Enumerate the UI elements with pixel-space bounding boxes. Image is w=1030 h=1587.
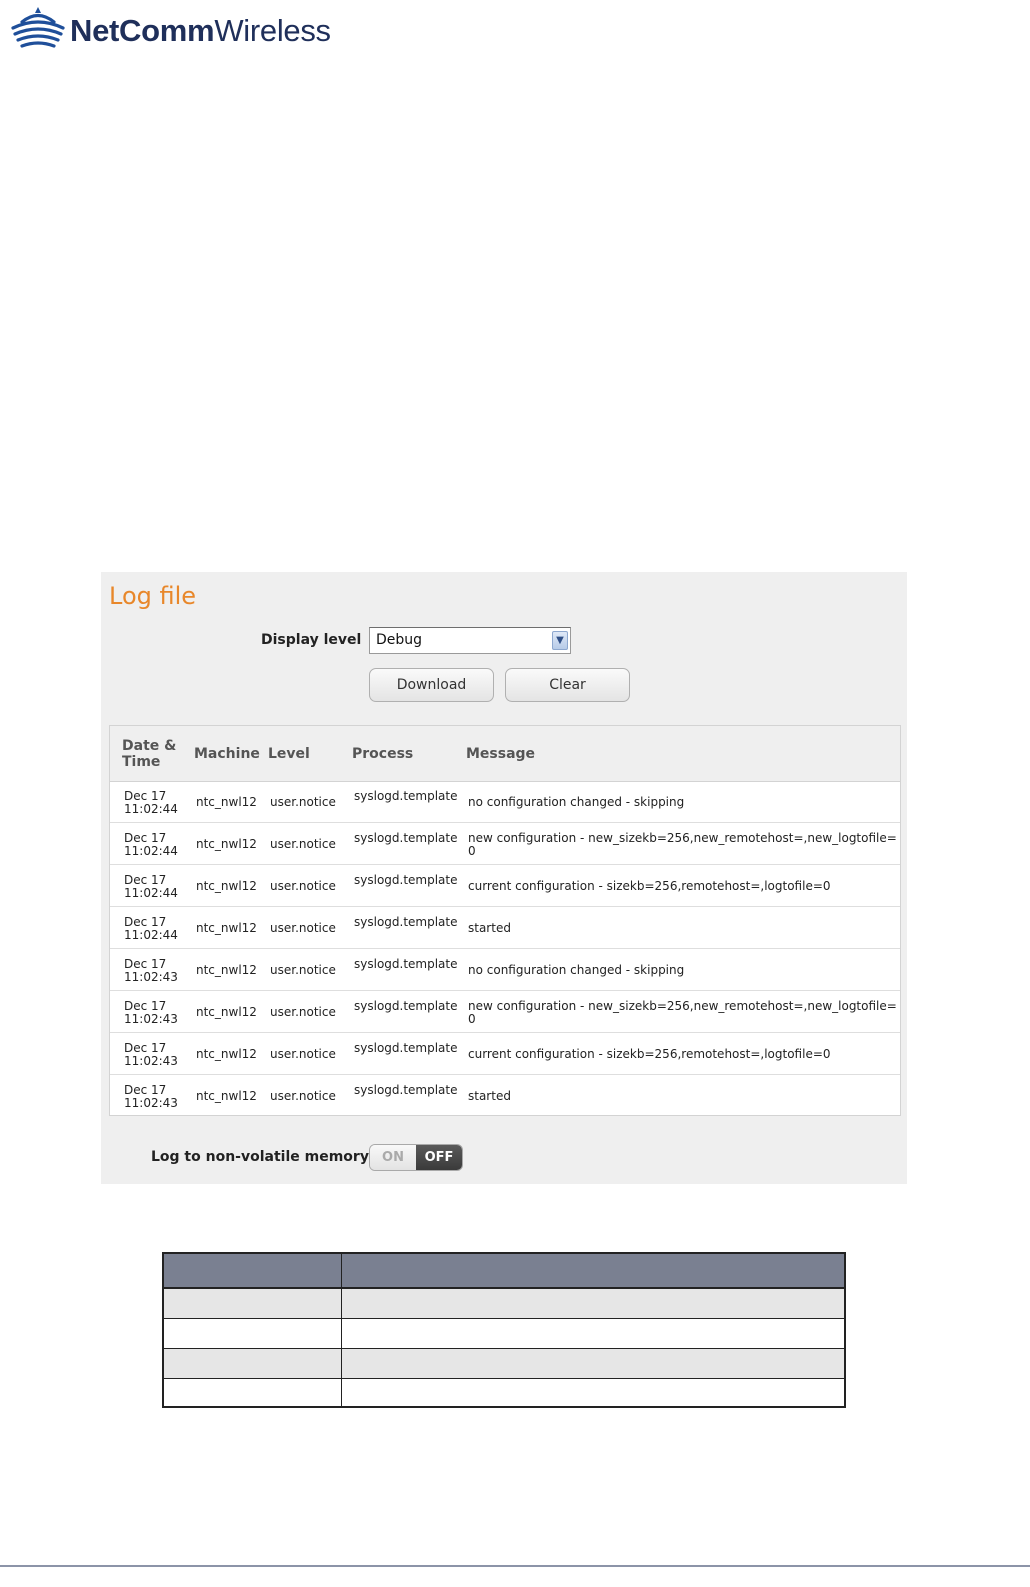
document-table-header [164, 1254, 844, 1289]
row-date-time: 11:02:43 [124, 1054, 178, 1068]
log-table-header: Date & Time Machine Level Process Messag… [110, 726, 900, 782]
col-message: Message [466, 746, 536, 762]
row-message: current configuration - sizekb=256,remot… [468, 1047, 831, 1061]
table-row: Dec 17 11:02:44 ntc_nwl12 user.notice sys… [110, 781, 900, 823]
document-table-row [164, 1319, 844, 1349]
table-row: Dec 17 11:02:44 ntc_nwl12 user.notice sys… [110, 823, 900, 865]
row-level: user.notice [270, 1089, 336, 1103]
table-row: Dec 17 11:02:43 ntc_nwl12 user.notice sys… [110, 991, 900, 1033]
row-date-time: 11:02:44 [124, 802, 178, 816]
row-process: syslogd.template [354, 831, 458, 845]
row-date-time: 11:02:43 [124, 1096, 178, 1110]
row-machine: ntc_nwl12 [196, 963, 257, 977]
row-machine: ntc_nwl12 [196, 1089, 257, 1103]
row-machine: ntc_nwl12 [196, 795, 257, 809]
brand-name: NetCommWireless [70, 15, 331, 46]
row-level: user.notice [270, 963, 336, 977]
row-message: new configuration - new_sizekb=256,new_r… [468, 999, 897, 1026]
row-date: Dec 17 11:02:44 [124, 874, 188, 900]
row-message: current configuration - sizekb=256,remot… [468, 879, 831, 893]
row-level: user.notice [270, 1005, 336, 1019]
row-process: syslogd.template [354, 915, 458, 929]
row-machine: ntc_nwl12 [196, 837, 257, 851]
log-file-panel: Log file Display level Debug ▼ Download … [101, 572, 907, 1184]
row-date: Dec 17 11:02:44 [124, 790, 188, 816]
row-date: Dec 17 11:02:43 [124, 1000, 188, 1026]
row-date: Dec 17 11:02:43 [124, 1042, 188, 1068]
row-level: user.notice [270, 795, 336, 809]
row-date-time: 11:02:44 [124, 886, 178, 900]
table-row: Dec 17 11:02:43 ntc_nwl12 user.notice sys… [110, 1033, 900, 1075]
brand-name-light: Wireless [214, 12, 331, 48]
table-row: Dec 17 11:02:44 ntc_nwl12 user.notice sys… [110, 907, 900, 949]
display-level-select[interactable]: Debug ▼ [369, 627, 571, 654]
row-level: user.notice [270, 1047, 336, 1061]
col-process: Process [352, 746, 414, 762]
row-date: Dec 17 11:02:43 [124, 1084, 188, 1110]
document-table [162, 1252, 846, 1408]
row-machine: ntc_nwl12 [196, 1005, 257, 1019]
row-date-time: 11:02:43 [124, 1012, 178, 1026]
row-date-time: 11:02:43 [124, 970, 178, 984]
brand-name-bold: NetComm [70, 12, 215, 48]
panel-title: Log file [109, 582, 197, 610]
toggle-on[interactable]: ON [370, 1145, 416, 1170]
netcomm-logo: NetCommWireless [10, 5, 331, 55]
row-process: syslogd.template [354, 957, 458, 971]
col-date-time: Date & Time [122, 738, 177, 770]
row-level: user.notice [270, 921, 336, 935]
document-table-row [164, 1349, 844, 1379]
row-process: syslogd.template [354, 1041, 458, 1055]
row-date: Dec 17 11:02:44 [124, 832, 188, 858]
row-message: started [468, 921, 511, 935]
row-message: started [468, 1089, 511, 1103]
log-table: Date & Time Machine Level Process Messag… [109, 725, 901, 1116]
wifi-signal-icon [11, 7, 65, 48]
table-row: Dec 17 11:02:43 ntc_nwl12 user.notice sys… [110, 949, 900, 991]
row-machine: ntc_nwl12 [196, 879, 257, 893]
row-message: no configuration changed - skipping [468, 963, 685, 977]
chevron-down-icon[interactable]: ▼ [552, 631, 568, 650]
row-process: syslogd.template [354, 999, 458, 1013]
row-process: syslogd.template [354, 789, 458, 803]
row-process: syslogd.template [354, 873, 458, 887]
row-message: no configuration changed - skipping [468, 795, 685, 809]
table-row: Dec 17 11:02:43 ntc_nwl12 user.notice sys… [110, 1075, 900, 1117]
nonvolatile-label: Log to non-volatile memory [151, 1149, 369, 1165]
display-level-label: Display level [261, 632, 362, 648]
table-row: Dec 17 11:02:44 ntc_nwl12 user.notice sys… [110, 865, 900, 907]
row-machine: ntc_nwl12 [196, 1047, 257, 1061]
row-process: syslogd.template [354, 1083, 458, 1097]
document-table-column-divider [341, 1254, 342, 1406]
row-date: Dec 17 11:02:44 [124, 916, 188, 942]
col-machine: Machine [194, 746, 260, 762]
nonvolatile-toggle[interactable]: ON OFF [369, 1144, 463, 1171]
document-table-row [164, 1379, 844, 1406]
display-level-value: Debug [376, 632, 423, 648]
row-level: user.notice [270, 879, 336, 893]
toggle-off[interactable]: OFF [416, 1145, 462, 1170]
clear-button[interactable]: Clear [505, 668, 630, 702]
document-table-row [164, 1289, 844, 1319]
footer-divider [0, 1565, 1030, 1567]
col-level: Level [268, 746, 310, 762]
row-date-time: 11:02:44 [124, 928, 178, 942]
row-level: user.notice [270, 837, 336, 851]
row-date: Dec 17 11:02:43 [124, 958, 188, 984]
download-button[interactable]: Download [369, 668, 494, 702]
row-date-time: 11:02:44 [124, 844, 178, 858]
row-message: new configuration - new_sizekb=256,new_r… [468, 831, 897, 858]
row-machine: ntc_nwl12 [196, 921, 257, 935]
